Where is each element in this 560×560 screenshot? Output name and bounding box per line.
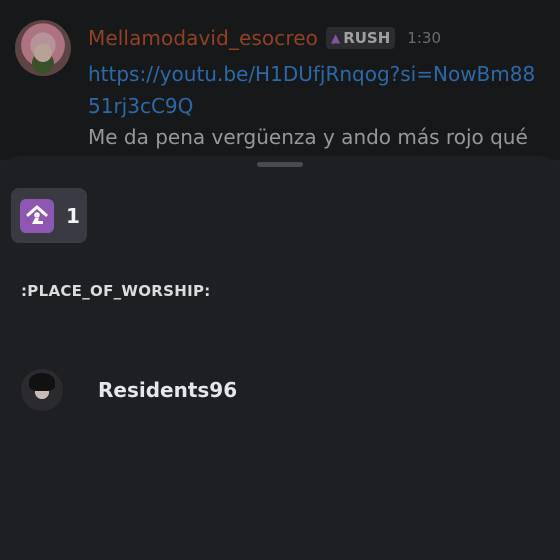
reaction-chip-place-of-worship[interactable]: 1 — [11, 188, 87, 243]
reaction-user-row[interactable]: Residents96 — [21, 368, 237, 412]
place-of-worship-icon — [20, 198, 54, 233]
chat-message: Mellamodavid_esocreo ▲ RUSH 1:30 https:/… — [0, 0, 560, 160]
reactions-sheet: 1 :PLACE_OF_WORSHIP: Residents96 — [0, 156, 560, 560]
sheet-backdrop[interactable] — [0, 0, 560, 160]
sheet-drag-handle[interactable] — [257, 162, 303, 167]
emoji-name: :PLACE_OF_WORSHIP: — [21, 282, 211, 300]
reaction-user-name: Residents96 — [98, 378, 238, 402]
user-avatar — [21, 369, 63, 411]
reaction-count: 1 — [66, 203, 80, 228]
